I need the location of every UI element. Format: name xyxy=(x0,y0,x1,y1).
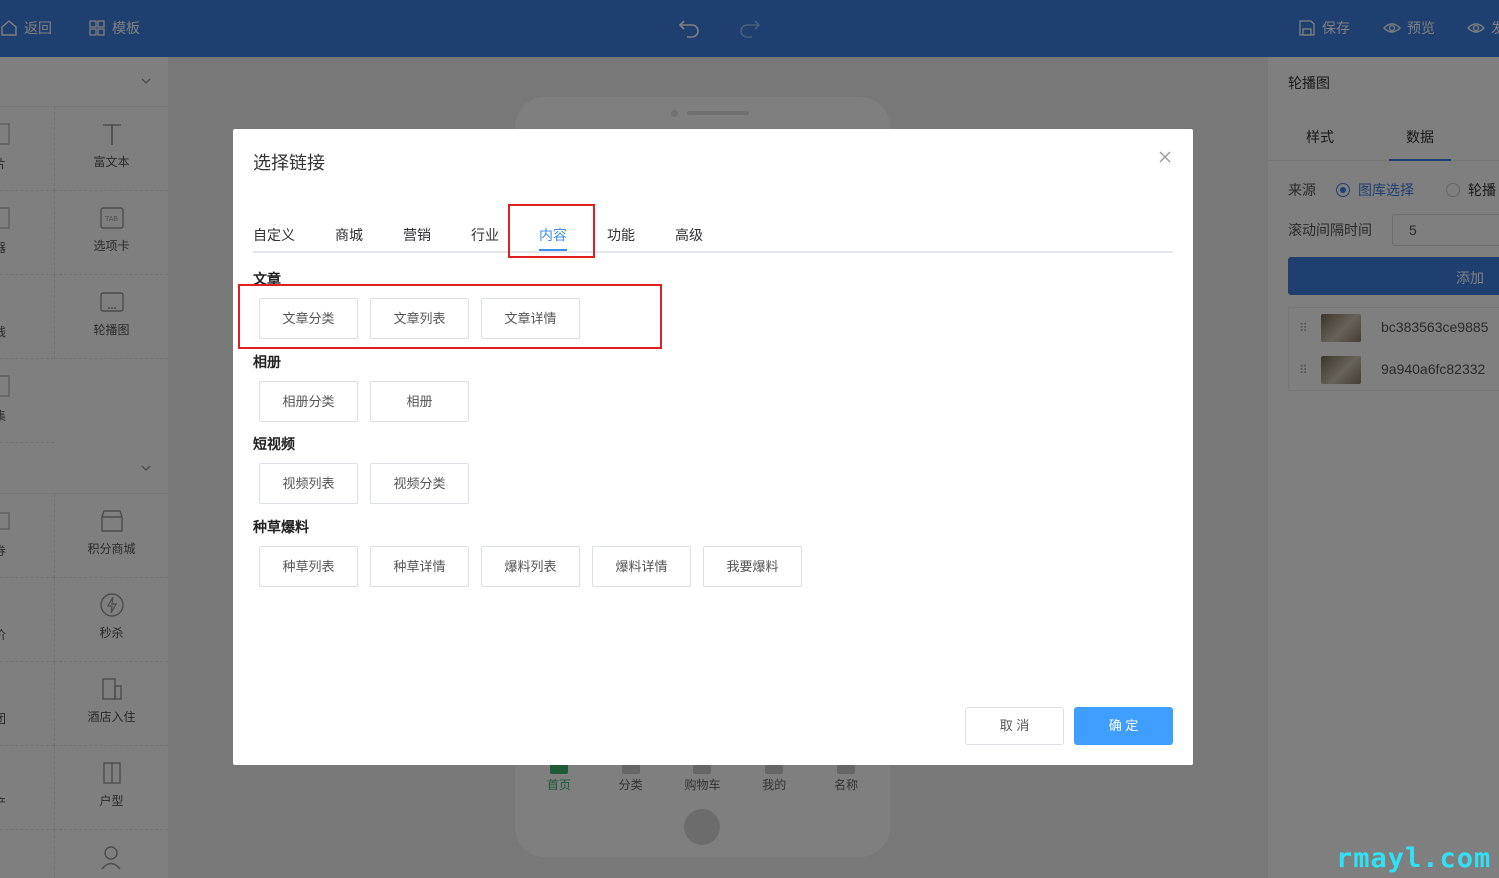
link-seeding-detail[interactable]: 种草详情 xyxy=(370,546,469,587)
link-scoop-detail[interactable]: 爆料详情 xyxy=(592,546,691,587)
tab-mall[interactable]: 商城 xyxy=(335,225,363,245)
link-video-category[interactable]: 视频分类 xyxy=(370,463,469,504)
group-title-short-video: 短视频 xyxy=(253,436,295,452)
link-category-tabs: 自定义 商城 营销 行业 内容 功能 高级 xyxy=(253,205,1173,253)
watermark: rmayl.com xyxy=(1336,843,1492,874)
link-video-list[interactable]: 视频列表 xyxy=(259,463,358,504)
group-title-seeding: 种草爆料 xyxy=(253,519,309,535)
tab-function[interactable]: 功能 xyxy=(607,225,635,245)
group-title-album: 相册 xyxy=(253,354,281,370)
link-submit-scoop[interactable]: 我要爆料 xyxy=(703,546,802,587)
annotation-box-content-tab xyxy=(508,204,595,258)
tab-advanced[interactable]: 高级 xyxy=(675,225,703,245)
select-link-dialog: 选择链接 自定义 商城 营销 行业 内容 功能 高级 文章 文章分类 文章列表 … xyxy=(233,129,1193,765)
close-icon[interactable] xyxy=(1157,149,1173,165)
cancel-button[interactable]: 取 消 xyxy=(965,707,1064,745)
dialog-title: 选择链接 xyxy=(253,153,325,173)
tab-marketing[interactable]: 营销 xyxy=(403,225,431,245)
tab-industry[interactable]: 行业 xyxy=(471,225,499,245)
link-scoop-list[interactable]: 爆料列表 xyxy=(481,546,580,587)
link-album[interactable]: 相册 xyxy=(370,381,469,422)
tab-custom[interactable]: 自定义 xyxy=(253,225,295,245)
link-album-category[interactable]: 相册分类 xyxy=(259,381,358,422)
confirm-button[interactable]: 确 定 xyxy=(1074,707,1173,745)
annotation-box-article-links xyxy=(238,284,662,349)
link-seeding-list[interactable]: 种草列表 xyxy=(259,546,358,587)
